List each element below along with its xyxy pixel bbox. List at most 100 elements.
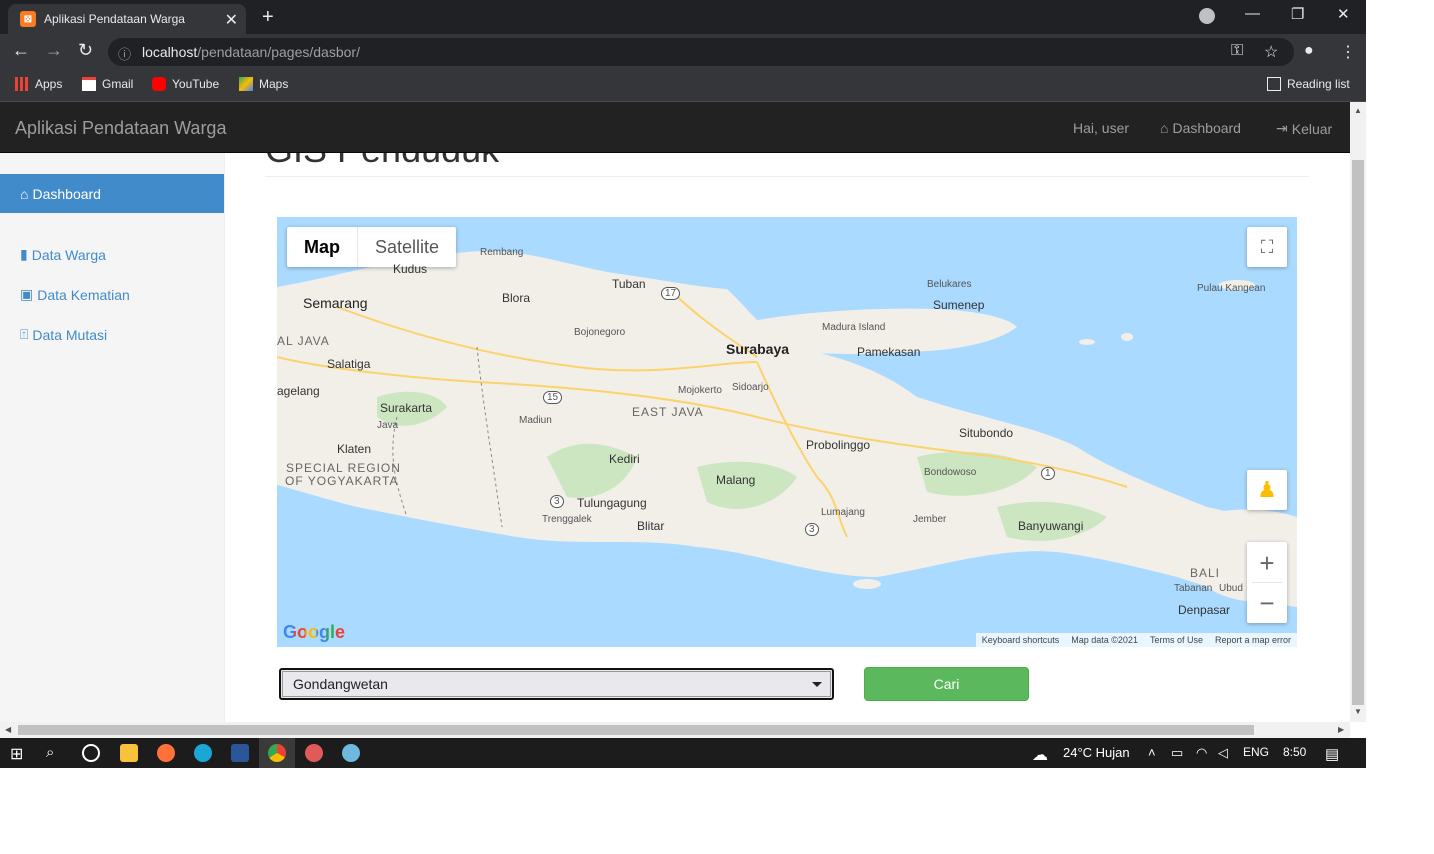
- nav-logout-link[interactable]: ⇥ Keluar: [1276, 120, 1332, 137]
- bookmark-youtube[interactable]: YouTube: [152, 77, 219, 91]
- profile-dropdown-icon[interactable]: [1199, 8, 1215, 24]
- map-attribution: Keyboard shortcuts Map data ©2021 Terms …: [975, 633, 1297, 647]
- place-label: Sidoarjo: [732, 382, 769, 393]
- firefox-icon[interactable]: [157, 744, 175, 762]
- windows-start-icon[interactable]: ⊞: [10, 744, 28, 763]
- sidebar-item-data-mutasi[interactable]: ⍐ Data Mutasi: [20, 326, 107, 343]
- search-icon[interactable]: ⌕: [46, 744, 64, 762]
- file-explorer-icon[interactable]: [120, 744, 138, 762]
- reload-icon[interactable]: ↻: [78, 40, 93, 61]
- keyboard-shortcuts-link[interactable]: Keyboard shortcuts: [982, 635, 1060, 645]
- zoom-controls: + −: [1247, 542, 1287, 623]
- place-label: Jember: [913, 514, 947, 525]
- forward-icon[interactable]: →: [45, 40, 63, 61]
- reading-list[interactable]: Reading list: [1267, 77, 1350, 91]
- edge-icon[interactable]: [194, 744, 212, 762]
- scroll-down-icon[interactable]: ▼: [1354, 707, 1362, 716]
- place-label: Blitar: [637, 519, 665, 533]
- zoom-in-icon[interactable]: +: [1252, 543, 1282, 583]
- terms-link[interactable]: Terms of Use: [1150, 635, 1203, 645]
- word-icon[interactable]: [231, 744, 249, 762]
- sidebar-item-data-warga[interactable]: ▮ Data Warga: [20, 246, 106, 263]
- menu-kebab-icon[interactable]: ⋮: [1340, 42, 1356, 62]
- sidebar-item-dashboard[interactable]: ⌂ Dashboard: [0, 174, 224, 213]
- logout-icon: ⇥: [1276, 120, 1288, 136]
- place-label: Rembang: [480, 247, 524, 258]
- fullscreen-icon[interactable]: ⛶: [1247, 227, 1287, 267]
- place-label: Pamekasan: [857, 345, 921, 359]
- task-view-icon[interactable]: [82, 744, 100, 762]
- route-shield: 3: [550, 495, 564, 508]
- restore-icon[interactable]: ❐: [1291, 5, 1304, 23]
- app-icon[interactable]: [342, 744, 360, 762]
- profile-icon[interactable]: ●: [1304, 42, 1314, 60]
- place-label: Pulau Kangean: [1197, 283, 1266, 294]
- battery-icon[interactable]: ▭: [1171, 745, 1183, 761]
- window-close-icon[interactable]: ✕: [1337, 5, 1350, 23]
- address-bar[interactable]: localhost/pendataan/pages/dasbor/: [108, 38, 1294, 66]
- weather-text[interactable]: 24°C Hujan: [1063, 745, 1130, 760]
- bookmark-maps[interactable]: Maps: [239, 77, 288, 91]
- scroll-right-icon[interactable]: ▶: [1338, 725, 1344, 734]
- sidebar-item-data-kematian[interactable]: ▣ Data Kematian: [20, 286, 130, 303]
- place-label: Belukares: [927, 279, 972, 290]
- map-data-text: Map data ©2021: [1071, 635, 1138, 645]
- place-label: Semarang: [303, 295, 368, 311]
- wifi-icon[interactable]: ◠: [1196, 745, 1207, 761]
- map-type-toggle: Map Satellite: [287, 227, 457, 267]
- place-label: Situbondo: [959, 426, 1014, 440]
- chrome-icon[interactable]: [268, 744, 286, 762]
- pegman-streetview-icon[interactable]: ♟: [1247, 470, 1287, 510]
- browser-tab[interactable]: ⊠ Aplikasi Pendataan Warga ✕: [8, 4, 246, 34]
- minimize-icon[interactable]: —: [1245, 5, 1260, 22]
- reading-list-icon: [1267, 77, 1281, 91]
- place-label: EAST JAVA: [632, 405, 704, 419]
- key-icon[interactable]: ⚿: [1231, 42, 1243, 60]
- place-label: Sumenep: [933, 298, 985, 312]
- place-label: Kediri: [609, 452, 640, 466]
- language-indicator[interactable]: ENG: [1243, 745, 1269, 759]
- volume-icon[interactable]: ◁: [1218, 745, 1228, 761]
- notification-icon[interactable]: ▤: [1325, 745, 1339, 763]
- new-tab-icon[interactable]: +: [262, 6, 274, 29]
- bookmark-gmail[interactable]: Gmail: [82, 77, 133, 91]
- place-label: Denpasar: [1178, 603, 1231, 617]
- scroll-up-icon[interactable]: ▲: [1354, 106, 1362, 115]
- zoom-out-icon[interactable]: −: [1252, 583, 1282, 623]
- app-icon[interactable]: [305, 744, 323, 762]
- site-info-icon[interactable]: ⓘ: [118, 44, 131, 63]
- user-greeting: Hai, user: [1073, 120, 1130, 136]
- xampp-favicon-icon: ⊠: [20, 11, 36, 27]
- map-canvas: [277, 251, 1297, 608]
- search-button[interactable]: Cari: [864, 667, 1029, 701]
- bookmark-apps[interactable]: Apps: [15, 77, 62, 91]
- place-label: Mojokerto: [678, 385, 722, 396]
- weather-cloud-icon[interactable]: ☁: [1032, 745, 1048, 765]
- place-label: Surabaya: [726, 341, 790, 357]
- app-brand[interactable]: Aplikasi Pendataan Warga: [15, 118, 226, 139]
- chevron-up-icon[interactable]: ˄: [1148, 745, 1156, 760]
- scroll-left-icon[interactable]: ◀: [5, 725, 11, 734]
- clock[interactable]: 8:50: [1283, 745, 1306, 759]
- map-type-satellite[interactable]: Satellite: [357, 227, 456, 267]
- map-type-map[interactable]: Map: [287, 227, 357, 267]
- tab-close-icon[interactable]: ✕: [225, 10, 238, 30]
- back-icon[interactable]: ←: [12, 40, 30, 61]
- kecamatan-select[interactable]: Gondangwetan: [279, 668, 834, 700]
- place-label: Tuban: [612, 277, 646, 291]
- place-label: BALI: [1190, 566, 1221, 580]
- vertical-scrollbar-thumb[interactable]: [1352, 160, 1364, 705]
- place-label: AL JAVA: [277, 334, 330, 348]
- google-logo[interactable]: Google: [283, 622, 345, 643]
- place-label: Bojonegoro: [574, 327, 626, 338]
- bookmark-star-icon[interactable]: ☆: [1264, 42, 1278, 62]
- horizontal-scrollbar-thumb[interactable]: [18, 725, 1254, 735]
- page-header: GIS Penduduk: [265, 153, 1309, 177]
- nav-dashboard-link[interactable]: ⌂ Dashboard: [1160, 120, 1241, 136]
- place-label: Trenggalek: [542, 514, 592, 525]
- map-container[interactable]: Map Satellite ⛶ ♟ + − Semarang Kudus Rem…: [277, 217, 1297, 647]
- report-error-link[interactable]: Report a map error: [1215, 635, 1291, 645]
- place-label: Tulungagung: [577, 496, 647, 510]
- chevron-down-icon: [812, 682, 822, 687]
- place-label: Lumajang: [821, 507, 865, 518]
